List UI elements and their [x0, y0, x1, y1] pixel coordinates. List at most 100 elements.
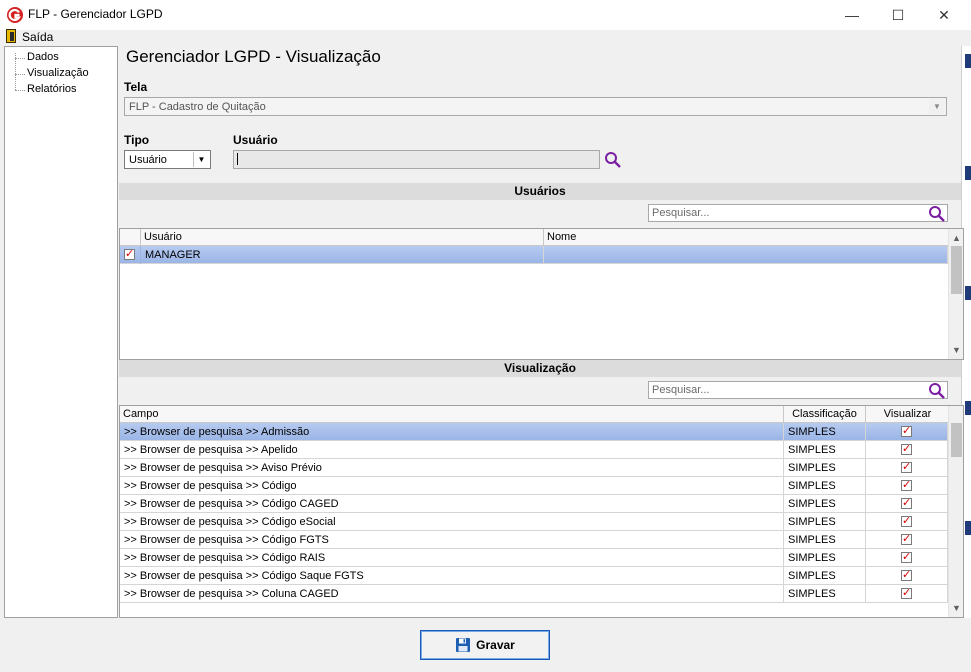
visualizar-cell[interactable]: [866, 549, 948, 567]
checkbox-checked-icon[interactable]: [901, 514, 912, 527]
tree-connector: [15, 74, 25, 75]
classificacao-cell: SIMPLES: [784, 423, 866, 441]
scroll-down-icon[interactable]: ▼: [949, 343, 963, 357]
column-header-usuario[interactable]: Usuário: [141, 229, 544, 246]
column-header-nome[interactable]: Nome: [544, 229, 950, 246]
checkbox-checked-icon[interactable]: [901, 460, 912, 473]
table-row[interactable]: >> Browser de pesquisa >> Código eSocial…: [120, 513, 948, 531]
visualizar-cell[interactable]: [866, 513, 948, 531]
gravar-label: Gravar: [476, 638, 515, 652]
classificacao-cell: SIMPLES: [784, 459, 866, 477]
visualizar-cell[interactable]: [866, 495, 948, 513]
classificacao-cell: SIMPLES: [784, 441, 866, 459]
visualizar-cell[interactable]: [866, 423, 948, 441]
minimize-icon: —: [845, 7, 859, 23]
usuarios-scrollbar[interactable]: ▲ ▼: [948, 229, 963, 359]
table-row[interactable]: >> Browser de pesquisa >> Coluna CAGED SI…: [120, 585, 948, 603]
close-icon: ✕: [938, 6, 950, 23]
column-header-campo[interactable]: Campo: [120, 406, 784, 423]
visualizacao-section-header: Visualização: [119, 360, 961, 377]
app-logo-icon: [7, 7, 23, 23]
close-button[interactable]: ✕: [921, 0, 967, 30]
checkbox-checked-icon[interactable]: [901, 424, 912, 437]
scrollbar-thumb[interactable]: [951, 246, 962, 294]
tree-item-dados[interactable]: Dados: [27, 51, 59, 63]
visualizar-cell[interactable]: [866, 459, 948, 477]
checkbox-checked-icon[interactable]: [901, 550, 912, 563]
text-caret: [237, 153, 238, 166]
column-header-visualizar[interactable]: Visualizar: [866, 406, 950, 423]
usuario-input[interactable]: [233, 150, 600, 169]
visualizar-cell[interactable]: [866, 531, 948, 549]
table-row[interactable]: >> Browser de pesquisa >> Código SIMPLES: [120, 477, 948, 495]
table-row[interactable]: >> Browser de pesquisa >> Apelido SIMPLES: [120, 441, 948, 459]
tela-select[interactable]: FLP - Cadastro de Quitação ▼: [124, 97, 947, 116]
visualizacao-search-input[interactable]: Pesquisar...: [648, 381, 948, 399]
checkbox-checked-icon[interactable]: [901, 532, 912, 545]
usuarios-search-input[interactable]: Pesquisar...: [648, 204, 948, 222]
tipo-select-value: Usuário: [129, 154, 167, 166]
tela-label: Tela: [124, 80, 148, 94]
visualizacao-scrollbar[interactable]: ▼: [948, 406, 963, 617]
scroll-up-icon[interactable]: ▲: [949, 231, 963, 245]
classificacao-cell: SIMPLES: [784, 567, 866, 585]
classificacao-cell: SIMPLES: [784, 549, 866, 567]
visualizar-cell[interactable]: [866, 477, 948, 495]
gravar-button[interactable]: Gravar: [420, 630, 550, 660]
minimize-button[interactable]: —: [829, 0, 875, 30]
title-bar: FLP - Gerenciador LGPD — ☐ ✕: [0, 0, 971, 30]
chevron-down-icon[interactable]: ▼: [193, 152, 209, 167]
menu-item-saida[interactable]: Saída: [22, 30, 53, 44]
usuario-label: Usuário: [233, 133, 278, 147]
search-icon[interactable]: [928, 382, 946, 400]
tree-item-visualizacao[interactable]: Visualização: [27, 67, 89, 79]
classificacao-cell: SIMPLES: [784, 585, 866, 603]
table-row[interactable]: >> Browser de pesquisa >> Admissão SIMPLE…: [120, 423, 948, 441]
checkbox-checked-icon[interactable]: [901, 442, 912, 455]
background-marker: [965, 521, 971, 535]
table-row[interactable]: >> Browser de pesquisa >> Aviso Prévio SI…: [120, 459, 948, 477]
campo-cell: >> Browser de pesquisa >> Aviso Prévio: [120, 459, 784, 477]
maximize-icon: ☐: [891, 6, 905, 23]
background-marker: [965, 401, 971, 415]
tipo-label: Tipo: [124, 133, 150, 147]
checkbox-checked-icon[interactable]: [901, 496, 912, 509]
window-title: FLP - Gerenciador LGPD: [28, 7, 163, 21]
column-header-classificacao[interactable]: Classificação: [784, 406, 866, 423]
scrollbar-thumb[interactable]: [951, 423, 962, 457]
usuario-cell: MANAGER: [141, 246, 544, 264]
classificacao-cell: SIMPLES: [784, 531, 866, 549]
search-icon[interactable]: [928, 205, 946, 223]
checkbox-checked-icon[interactable]: [901, 586, 912, 599]
navigation-tree: Dados Visualização Relatórios: [4, 46, 118, 618]
tree-connector: [15, 58, 25, 59]
table-row[interactable]: MANAGER: [120, 246, 948, 264]
exit-door-icon[interactable]: [6, 29, 16, 43]
visualizar-cell[interactable]: [866, 441, 948, 459]
tree-item-relatorios[interactable]: Relatórios: [27, 83, 77, 95]
scroll-down-icon[interactable]: ▼: [949, 601, 963, 615]
chevron-down-icon[interactable]: ▼: [929, 99, 945, 114]
visualizacao-section-title: Visualização: [504, 361, 576, 375]
background-marker: [965, 286, 971, 300]
tipo-select[interactable]: Usuário ▼: [124, 150, 211, 169]
checkbox-checked-icon[interactable]: [124, 247, 135, 260]
search-icon[interactable]: [604, 151, 622, 169]
table-row[interactable]: >> Browser de pesquisa >> Código FGTS SIM…: [120, 531, 948, 549]
checkbox-checked-icon[interactable]: [901, 568, 912, 581]
table-row[interactable]: >> Browser de pesquisa >> Código RAIS SIM…: [120, 549, 948, 567]
row-select-cell[interactable]: [120, 246, 141, 264]
maximize-button[interactable]: ☐: [875, 0, 921, 30]
checkbox-checked-icon[interactable]: [901, 478, 912, 491]
visualizar-cell[interactable]: [866, 567, 948, 585]
usuarios-table: Usuário Nome MANAGER ▲ ▼: [119, 228, 964, 360]
table-row[interactable]: >> Browser de pesquisa >> Código Saque F…: [120, 567, 948, 585]
campo-cell: >> Browser de pesquisa >> Admissão: [120, 423, 784, 441]
menu-bar: [0, 30, 971, 46]
visualizacao-table: Campo Classificação Visualizar >> Browse…: [119, 405, 964, 618]
campo-cell: >> Browser de pesquisa >> Apelido: [120, 441, 784, 459]
table-row[interactable]: >> Browser de pesquisa >> Código CAGED SI…: [120, 495, 948, 513]
visualizar-cell[interactable]: [866, 585, 948, 603]
floppy-disk-icon: [456, 638, 471, 652]
tela-select-value: FLP - Cadastro de Quitação: [129, 101, 266, 113]
